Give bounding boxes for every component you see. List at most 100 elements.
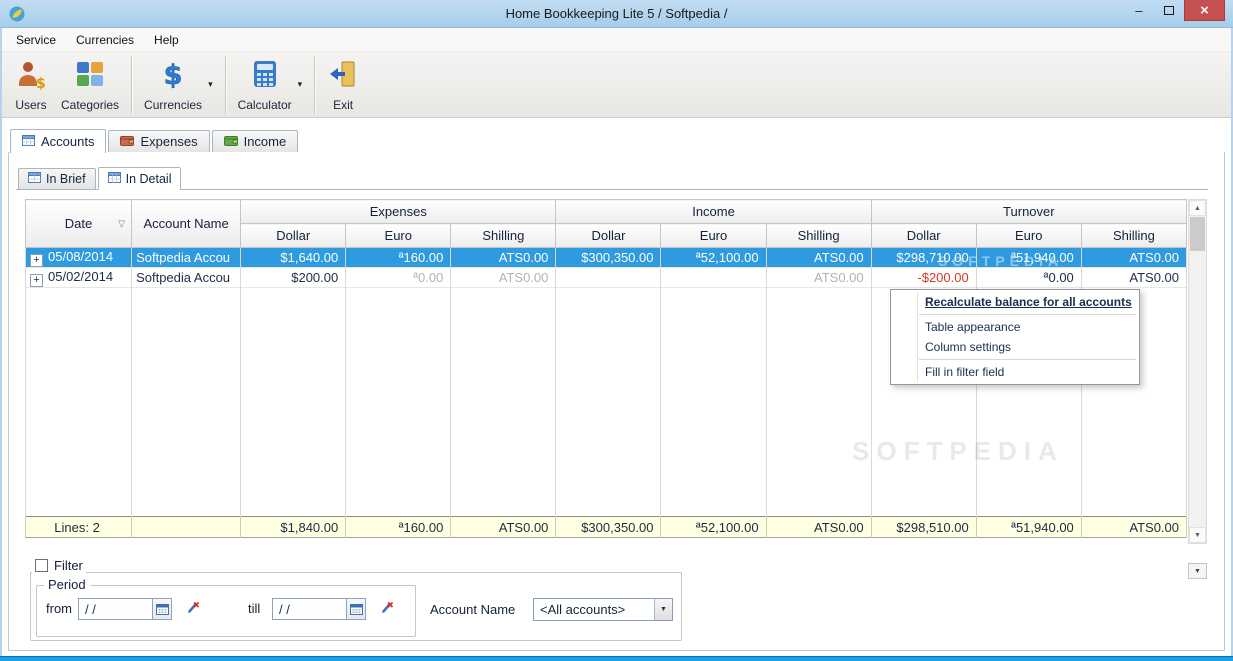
expand-row-button[interactable]: +	[30, 273, 43, 287]
expand-row-button[interactable]: +	[30, 253, 43, 267]
menu-currencies[interactable]: Currencies	[66, 28, 144, 52]
menu-item-table-appearance[interactable]: Table appearance	[891, 317, 1139, 337]
account-name-selected-value: <All accounts>	[540, 602, 626, 617]
turnover-dollar-cell[interactable]: $298,710.00	[870, 247, 977, 268]
clear-date-button[interactable]	[186, 600, 202, 616]
income-shilling-cell[interactable]: ATS0.00	[765, 267, 872, 288]
chevron-down-icon[interactable]: ▼	[654, 599, 672, 620]
col-header-income-dollar[interactable]: Dollar	[555, 223, 662, 248]
tab-income-label: Income	[243, 134, 287, 149]
turnover-shilling-cell[interactable]: ATS0.00	[1080, 247, 1188, 268]
toolbar-separator	[224, 55, 226, 114]
menu-service[interactable]: Service	[6, 28, 66, 52]
group-header-turnover[interactable]: Turnover	[870, 199, 1188, 224]
panel-scroll-down-button[interactable]: ▼	[1188, 563, 1207, 579]
filter-toggle[interactable]: Filter	[32, 558, 86, 573]
account-cell[interactable]: Softpedia Accou	[131, 247, 242, 268]
clear-date-button[interactable]	[380, 600, 396, 616]
chevron-down-icon[interactable]: ▾	[298, 79, 303, 90]
col-header-expenses-dollar[interactable]: Dollar	[240, 223, 347, 248]
total-expenses-euro: ª160.00	[345, 516, 452, 538]
exit-button[interactable]: Exit	[320, 56, 366, 114]
date-till-input[interactable]: / /	[272, 598, 366, 620]
categories-button[interactable]: Categories	[54, 56, 126, 114]
scroll-up-button[interactable]: ▲	[1189, 200, 1206, 216]
date-till-value[interactable]: / /	[273, 602, 346, 617]
income-euro-cell[interactable]	[660, 267, 767, 288]
toolbar-separator	[131, 55, 133, 114]
minimize-button[interactable]: –	[1124, 0, 1154, 21]
column-header-date-label: Date	[64, 216, 93, 231]
col-header-income-euro[interactable]: Euro	[660, 223, 767, 248]
tab-expenses[interactable]: Expenses	[108, 130, 210, 152]
column-header-account-name[interactable]: Account Name	[131, 199, 242, 248]
col-header-turnover-euro[interactable]: Euro	[975, 223, 1082, 248]
tab-in-brief[interactable]: In Brief	[18, 168, 96, 189]
date-cell[interactable]: +05/08/2014	[24, 247, 133, 268]
currencies-button[interactable]: $ Currencies ▾	[137, 56, 220, 114]
tab-expenses-label: Expenses	[140, 134, 198, 149]
group-header-income[interactable]: Income	[555, 199, 872, 224]
menubar: Service Currencies Help	[0, 28, 1233, 52]
date-value: 05/08/2014	[48, 248, 114, 264]
calculator-icon	[249, 58, 281, 95]
expenses-dollar-cell[interactable]: $200.00	[240, 267, 347, 288]
expenses-euro-cell[interactable]: ª160.00	[345, 247, 452, 268]
group-header-expenses[interactable]: Expenses	[240, 199, 557, 224]
menu-help[interactable]: Help	[144, 28, 189, 52]
account-cell[interactable]: Softpedia Accou	[131, 267, 242, 288]
income-dollar-cell[interactable]: $300,350.00	[555, 247, 662, 268]
date-from-input[interactable]: / /	[78, 598, 172, 620]
table-grid-icon	[107, 171, 121, 187]
maximize-button[interactable]	[1154, 0, 1184, 21]
tab-accounts[interactable]: Accounts	[10, 129, 107, 153]
turnover-euro-cell[interactable]: ª0.00	[975, 267, 1082, 288]
column-header-date[interactable]: Date ▽	[24, 199, 133, 248]
table-row-selected[interactable]: +05/08/2014 Softpedia Accou $1,640.00 ª1…	[24, 247, 1188, 268]
date-cell[interactable]: +05/02/2014	[24, 267, 133, 288]
income-shilling-cell[interactable]: ATS0.00	[765, 247, 872, 268]
filter-checkbox[interactable]	[35, 559, 48, 572]
col-header-income-shilling[interactable]: Shilling	[765, 223, 872, 248]
menu-separator	[919, 359, 1136, 360]
scroll-down-button[interactable]: ▼	[1189, 527, 1206, 543]
col-header-expenses-shilling[interactable]: Shilling	[450, 223, 557, 248]
col-header-turnover-dollar[interactable]: Dollar	[870, 223, 977, 248]
account-name-select[interactable]: <All accounts> ▼	[533, 598, 673, 621]
table-row[interactable]: +05/02/2014 Softpedia Accou $200.00 ª0.0…	[24, 267, 1188, 288]
sort-desc-icon[interactable]: ▽	[118, 218, 125, 229]
calculator-button[interactable]: Calculator ▾	[231, 56, 310, 114]
calendar-picker-button[interactable]	[346, 599, 365, 619]
col-header-turnover-shilling[interactable]: Shilling	[1080, 223, 1188, 248]
expenses-shilling-cell[interactable]: ATS0.00	[450, 247, 557, 268]
col-header-expenses-euro[interactable]: Euro	[345, 223, 452, 248]
income-euro-cell[interactable]: ª52,100.00	[660, 247, 767, 268]
chevron-down-icon[interactable]: ▾	[208, 79, 213, 90]
titlebar: Home Bookkeeping Lite 5 / Softpedia / – …	[0, 0, 1233, 28]
sub-tabstrip: In Brief In Detail	[16, 167, 1208, 190]
categories-button-label: Categories	[61, 97, 120, 112]
toolbar-separator	[314, 55, 316, 114]
currencies-button-label: Currencies	[144, 97, 203, 112]
income-dollar-cell[interactable]	[555, 267, 662, 288]
menu-item-column-settings[interactable]: Column settings	[891, 337, 1139, 357]
turnover-shilling-cell[interactable]: ATS0.00	[1080, 267, 1188, 288]
caption-buttons: – ×	[1124, 0, 1225, 21]
filter-checkbox-label: Filter	[54, 558, 83, 573]
scrollbar-thumb[interactable]	[1190, 217, 1205, 251]
close-button[interactable]: ×	[1184, 0, 1225, 21]
turnover-euro-cell[interactable]: ª51,940.00	[975, 247, 1082, 268]
tab-in-detail[interactable]: In Detail	[97, 167, 182, 190]
svg-text:$: $	[36, 76, 46, 90]
users-button[interactable]: $ Users	[8, 56, 54, 114]
menu-item-recalculate-balance[interactable]: Recalculate balance for all accounts	[891, 292, 1139, 312]
vertical-scrollbar[interactable]: ▲ ▼	[1188, 199, 1207, 544]
menu-item-fill-in-filter-field[interactable]: Fill in filter field	[891, 362, 1139, 382]
expenses-euro-cell[interactable]: ª0.00	[345, 267, 452, 288]
tab-income[interactable]: Income	[211, 130, 299, 152]
date-from-value[interactable]: / /	[79, 602, 152, 617]
expenses-dollar-cell[interactable]: $1,640.00	[240, 247, 347, 268]
expenses-shilling-cell[interactable]: ATS0.00	[450, 267, 557, 288]
calendar-picker-button[interactable]	[152, 599, 171, 619]
turnover-dollar-cell[interactable]: -$200.00	[870, 267, 977, 288]
